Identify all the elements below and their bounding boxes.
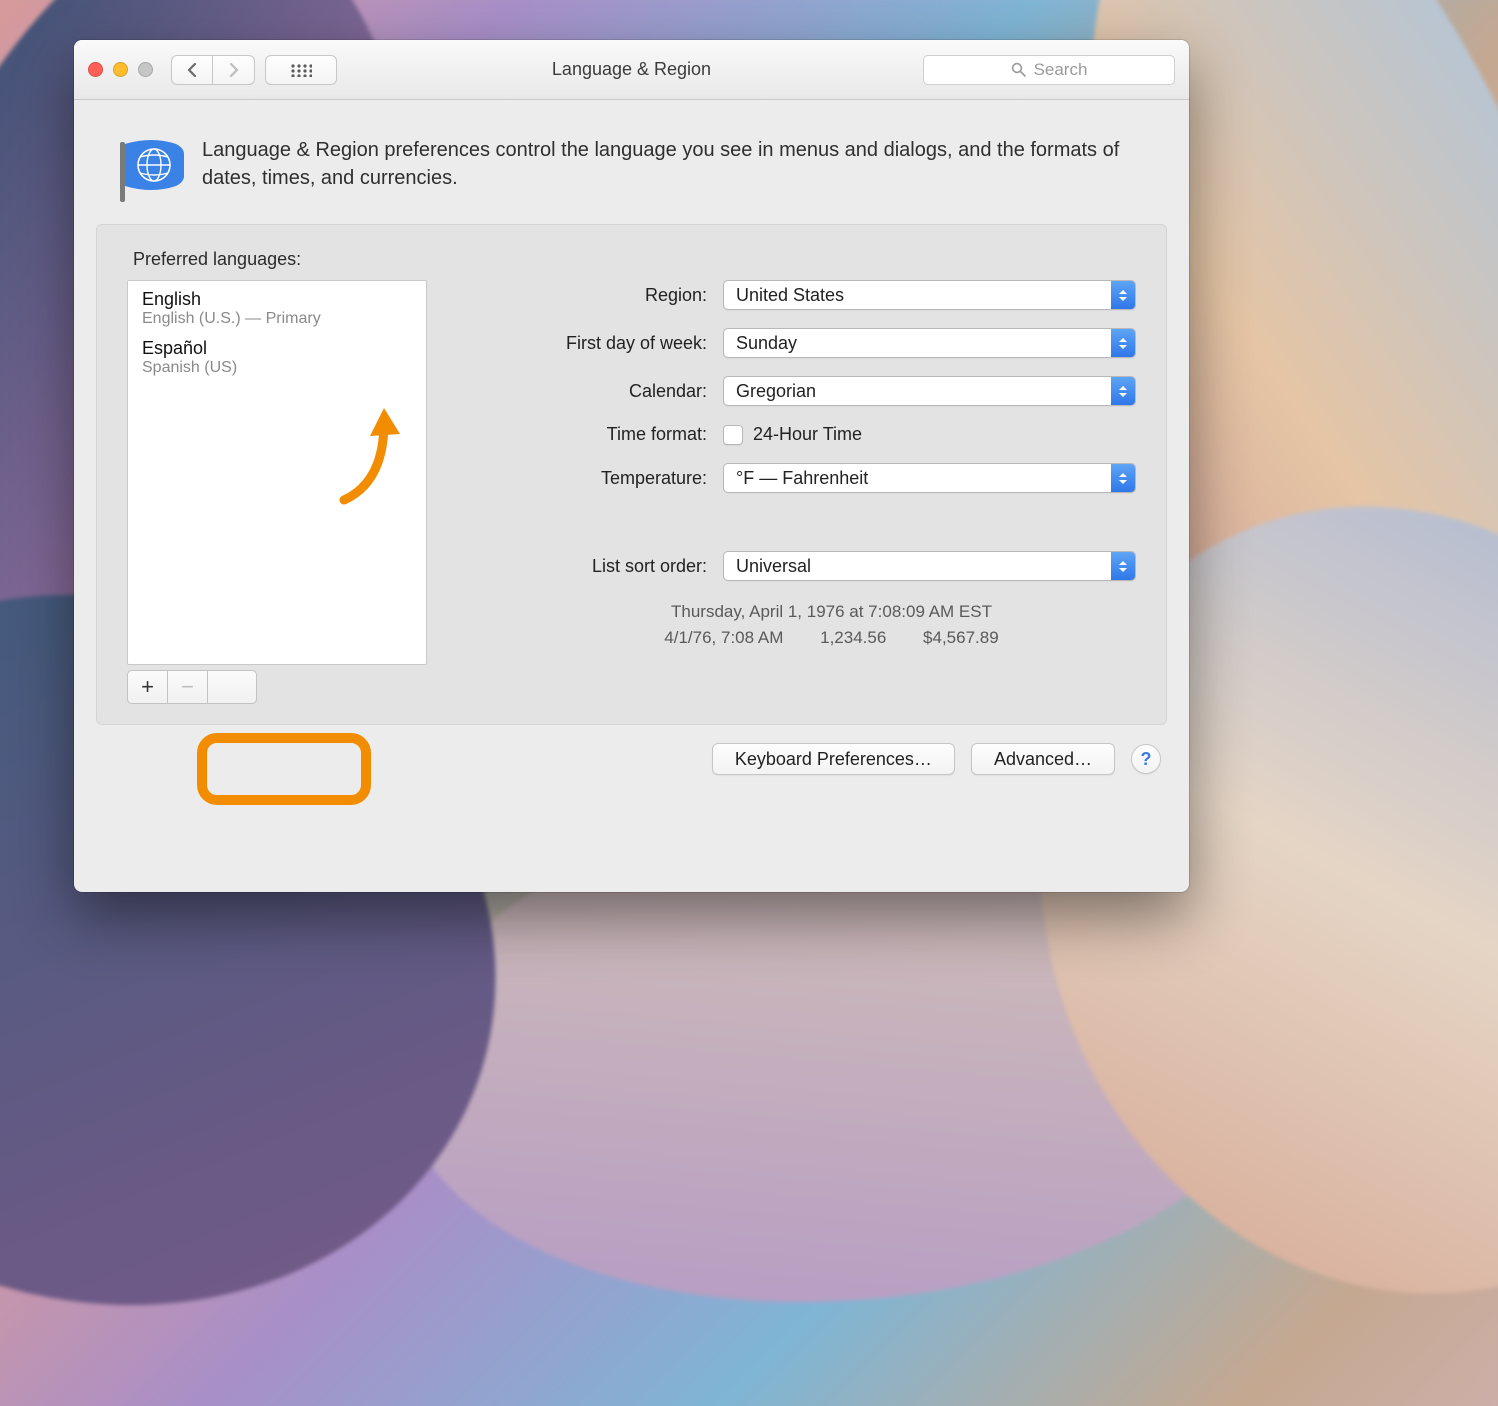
chevron-left-icon [186,63,198,77]
first-day-label: First day of week: [487,333,707,354]
remove-language-button[interactable]: − [168,671,208,703]
search-icon [1011,62,1026,77]
region-select[interactable]: United States [723,280,1136,310]
pane-description: Language & Region preferences control th… [202,136,1147,192]
show-all-button[interactable] [265,55,337,85]
updown-arrows-icon [1111,464,1135,492]
updown-arrows-icon [1111,329,1135,357]
titlebar: Language & Region Search [74,40,1189,100]
search-field[interactable]: Search [923,55,1175,85]
globe-flag-icon [112,136,176,200]
calendar-value: Gregorian [736,381,816,402]
advanced-button[interactable]: Advanced… [971,743,1115,775]
add-language-button[interactable]: + [128,671,168,703]
time-format-checkbox-label: 24-Hour Time [753,424,862,445]
updown-arrows-icon [1111,377,1135,405]
keyboard-preferences-button[interactable]: Keyboard Preferences… [712,743,955,775]
calendar-select[interactable]: Gregorian [723,376,1136,406]
language-name: English [142,289,412,310]
preferred-languages-label: Preferred languages: [133,249,1136,270]
close-window-button[interactable] [88,62,103,77]
language-subtitle: Spanish (US) [142,359,412,377]
list-sort-label: List sort order: [487,556,707,577]
format-example-currency: $4,567.89 [923,628,999,647]
calendar-label: Calendar: [487,381,707,402]
chevron-right-icon [228,63,240,77]
window-controls [88,62,153,77]
toolbar-spacer [208,671,256,703]
updown-arrows-icon [1111,281,1135,309]
back-button[interactable] [171,55,213,85]
first-day-select[interactable]: Sunday [723,328,1136,358]
region-value: United States [736,285,844,306]
format-example-number: 1,234.56 [820,628,886,647]
format-example: Thursday, April 1, 1976 at 7:08:09 AM ES… [527,599,1136,650]
updown-arrows-icon [1111,552,1135,580]
grid-icon [290,63,312,77]
temperature-label: Temperature: [487,468,707,489]
preferred-languages-list[interactable]: English English (U.S.) — Primary Español… [127,280,427,665]
settings-panel: Preferred languages: English English (U.… [96,224,1167,725]
search-placeholder: Search [1034,60,1088,80]
plus-icon: + [141,674,154,700]
list-item[interactable]: Español Spanish (US) [138,336,416,385]
help-button[interactable]: ? [1131,744,1161,774]
format-example-line1: Thursday, April 1, 1976 at 7:08:09 AM ES… [527,599,1136,625]
forward-button[interactable] [213,55,255,85]
region-label: Region: [487,285,707,306]
language-region-window: Language & Region Search Language & Regi… [74,40,1189,892]
language-name: Español [142,338,412,359]
question-icon: ? [1141,749,1152,770]
list-item[interactable]: English English (U.S.) — Primary [138,287,416,336]
first-day-value: Sunday [736,333,797,354]
minus-icon: − [181,674,194,700]
temperature-select[interactable]: °F — Fahrenheit [723,463,1136,493]
minimize-window-button[interactable] [113,62,128,77]
temperature-value: °F — Fahrenheit [736,468,868,489]
time-format-label: Time format: [487,424,707,445]
zoom-window-button [138,62,153,77]
list-sort-value: Universal [736,556,811,577]
language-subtitle: English (U.S.) — Primary [142,310,412,328]
format-example-date: 4/1/76, 7:08 AM [664,628,783,647]
add-remove-toolbar: + − [127,670,257,704]
list-sort-select[interactable]: Universal [723,551,1136,581]
time-format-checkbox[interactable] [723,425,743,445]
